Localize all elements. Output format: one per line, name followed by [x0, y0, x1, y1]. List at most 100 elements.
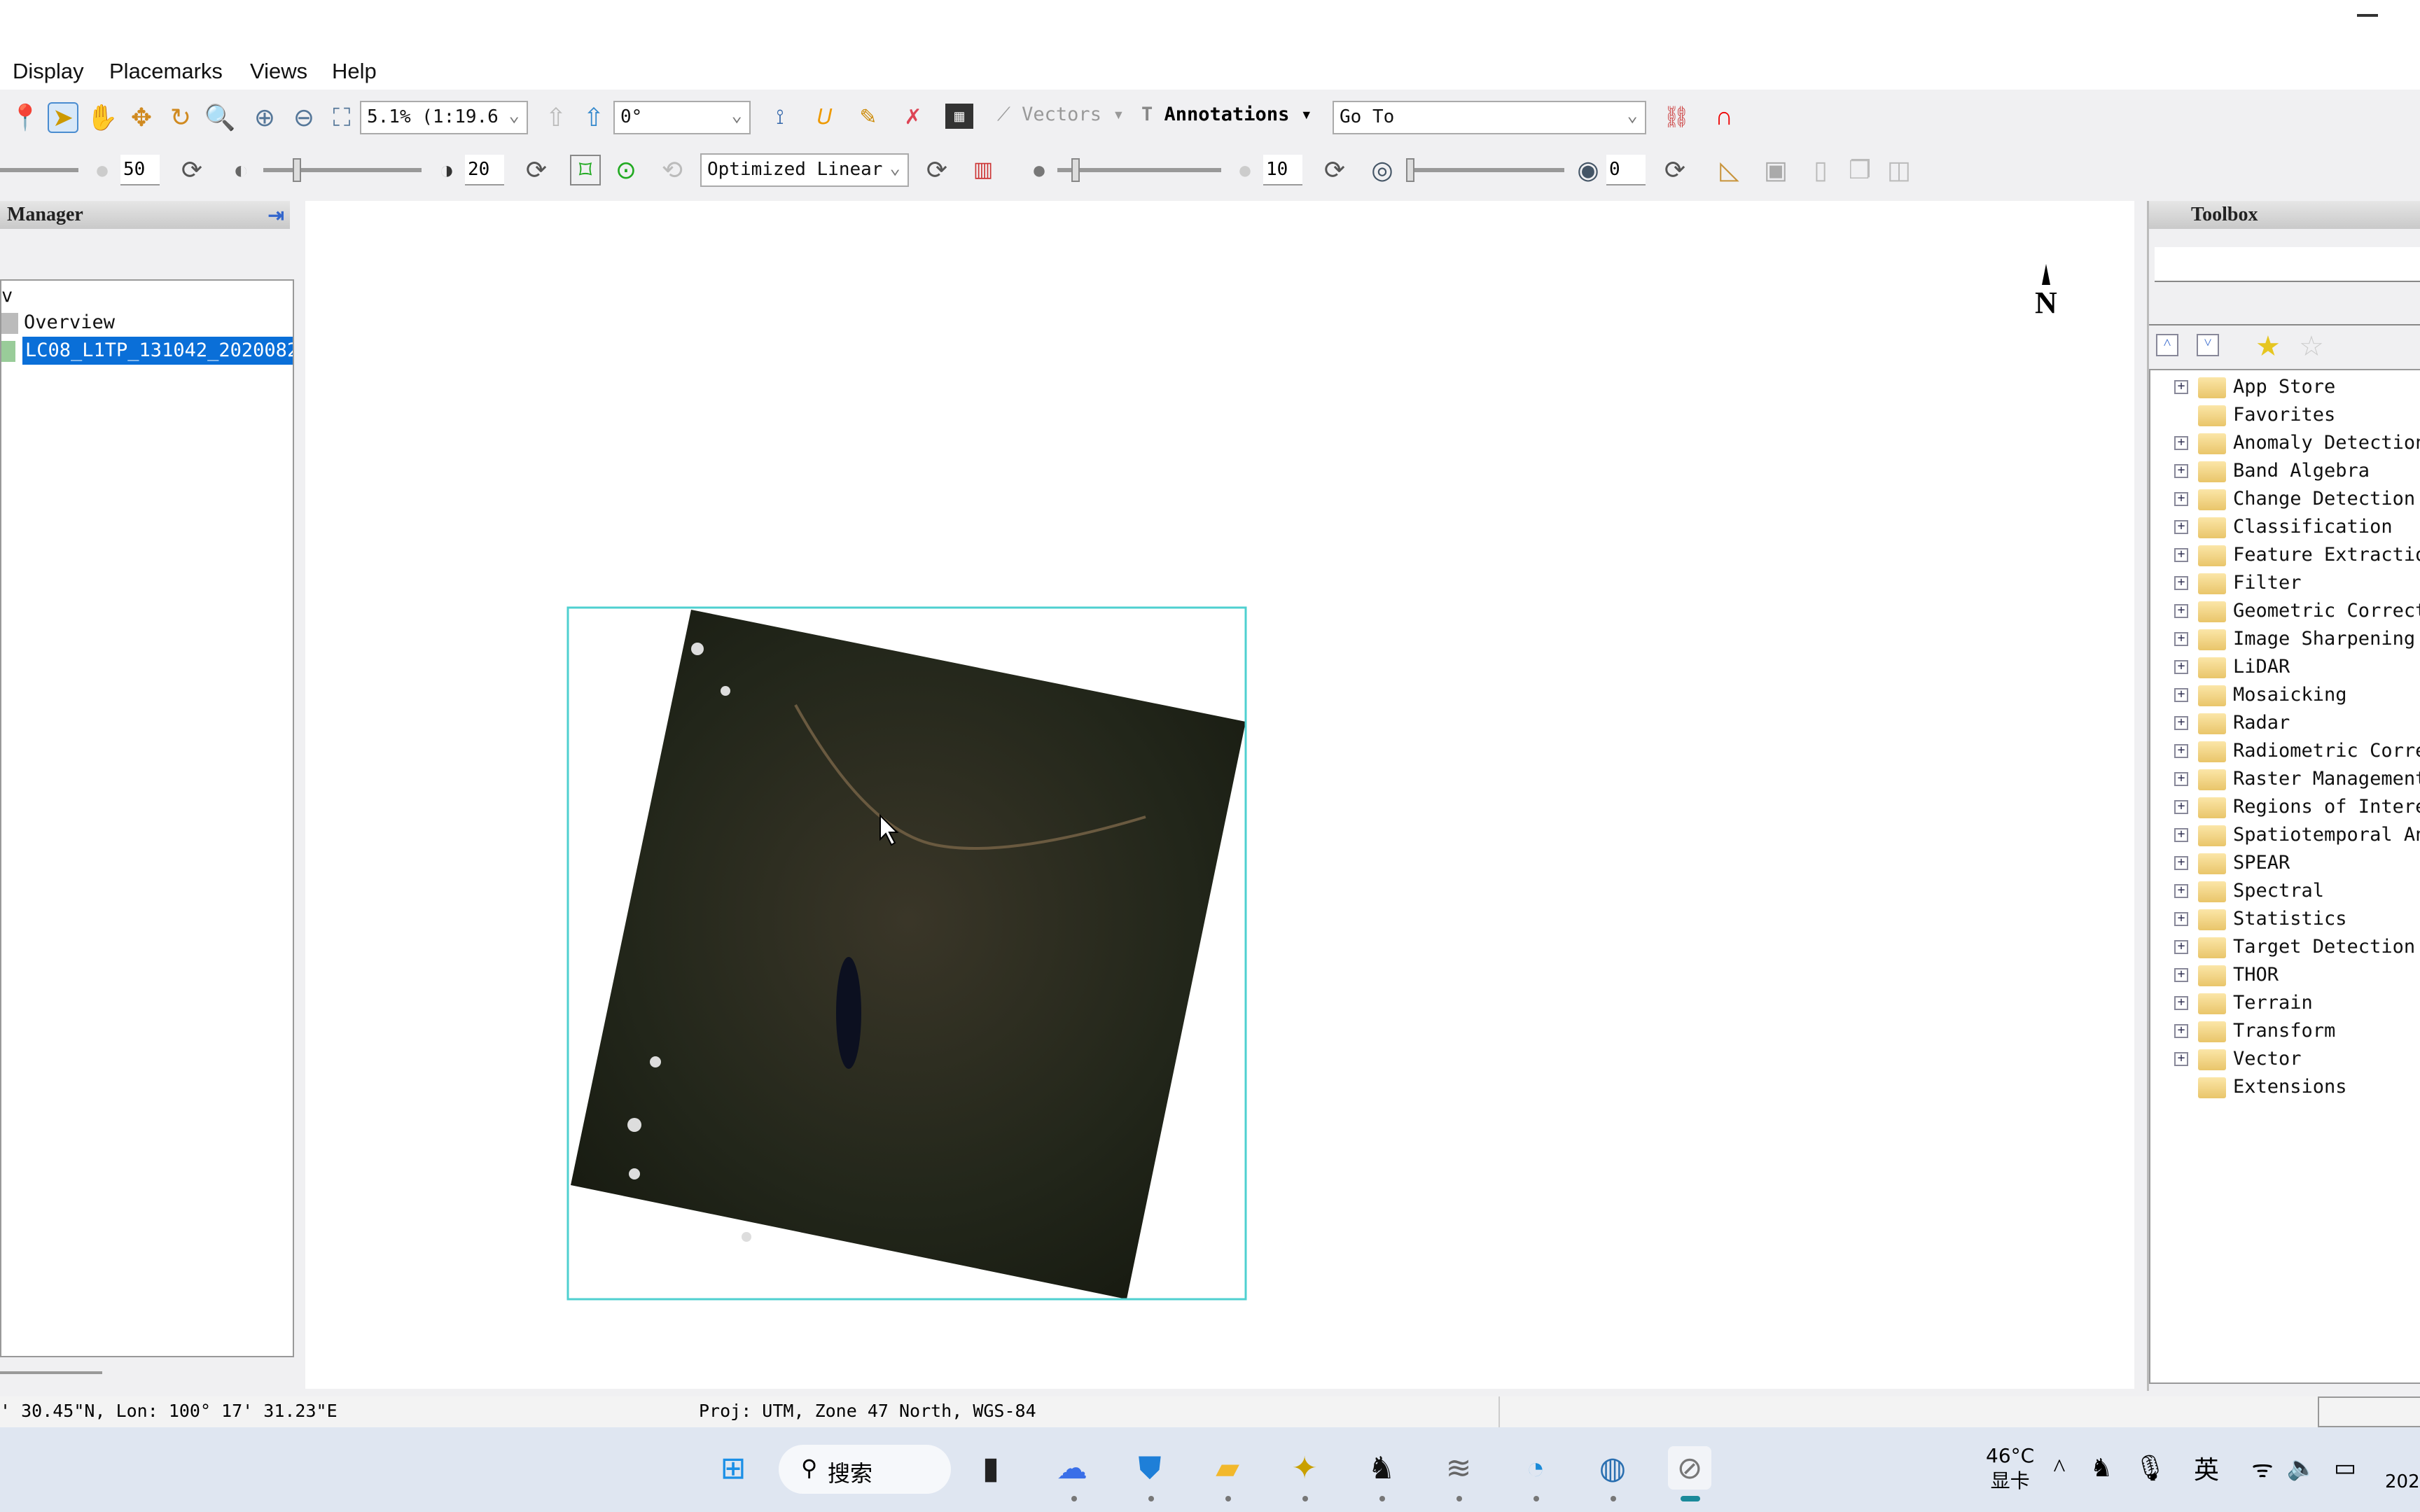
toolbox-item[interactable]: + LiDAR: [2150, 653, 2420, 681]
toolbox-item[interactable]: Favorites: [2150, 401, 2420, 429]
toolbox-item[interactable]: + Raster Management: [2150, 765, 2420, 793]
show-hidden-icons-chevron-icon[interactable]: ^: [2038, 1446, 2081, 1490]
expand-plus-icon[interactable]: +: [2174, 492, 2188, 506]
horizontal-scrollbar[interactable]: [0, 1371, 102, 1374]
expand-plus-icon[interactable]: +: [2174, 772, 2188, 786]
rotate-icon[interactable]: ↻: [165, 102, 196, 133]
tree-item-overview[interactable]: Overview: [24, 309, 115, 337]
rotate-north-icon[interactable]: ⇧: [541, 102, 571, 133]
task-view-icon[interactable]: ▮: [969, 1446, 1013, 1490]
stretch-full-icon[interactable]: ⊙: [611, 155, 641, 186]
expand-plus-icon[interactable]: +: [2174, 576, 2188, 590]
chevron-down-icon[interactable]: ⌄: [889, 158, 900, 178]
fixed-zoom-icon[interactable]: 🔍: [204, 102, 236, 133]
measure-icon[interactable]: ✎: [853, 102, 884, 133]
expand-plus-icon[interactable]: +: [2174, 520, 2188, 534]
expand-plus-icon[interactable]: +: [2174, 800, 2188, 814]
stretch-type-combo[interactable]: Optimized Linear ⌄: [700, 153, 909, 187]
layout-1-icon[interactable]: ▯: [1805, 155, 1836, 186]
toolbox-item[interactable]: + Feature Extraction: [2150, 541, 2420, 569]
tree-item-raster-layer[interactable]: LC08_L1TP_131042_20200827_: [22, 337, 293, 365]
collapse-up-icon[interactable]: ˄: [2156, 334, 2178, 356]
expand-plus-icon[interactable]: +: [2174, 828, 2188, 842]
remove-favorite-star-icon[interactable]: ☆: [2299, 330, 2324, 363]
cursor-value-icon[interactable]: 𝑈: [809, 102, 840, 133]
envi-app-icon[interactable]: ⊘: [1668, 1446, 1711, 1490]
fly-icon[interactable]: ✥: [126, 102, 157, 133]
expand-plus-icon[interactable]: +: [2174, 884, 2188, 898]
link-views-icon[interactable]: ⛓: [1661, 102, 1692, 133]
rotate-to-icon[interactable]: ⇧: [578, 102, 609, 133]
toolbox-item[interactable]: + Spatiotemporal Analysis: [2150, 821, 2420, 849]
transparency-slider-thumb[interactable]: [1406, 158, 1414, 182]
qq-penguin-icon[interactable]: ♞: [1360, 1446, 1403, 1490]
reset-sharpen-icon[interactable]: ⟳: [1319, 155, 1350, 186]
chevron-down-icon[interactable]: ⌄: [731, 105, 742, 126]
clock[interactable]: 202: [2385, 1471, 2420, 1492]
tree-root[interactable]: v: [1, 282, 13, 310]
toolbox-item[interactable]: + Anomaly Detection: [2150, 429, 2420, 457]
toolbox-item[interactable]: + Statistics: [2150, 905, 2420, 933]
weather-widget[interactable]: 46°C 显卡: [1986, 1443, 2034, 1494]
toolbox-item[interactable]: + Change Detection: [2150, 485, 2420, 513]
add-favorite-star-icon[interactable]: ★: [2255, 330, 2281, 363]
expand-plus-icon[interactable]: +: [2174, 436, 2188, 450]
zoom-in-icon[interactable]: ⊕: [249, 102, 280, 133]
crosshair-icon[interactable]: ⟟: [765, 102, 795, 133]
expand-down-icon[interactable]: ˅: [2197, 334, 2219, 356]
toolbox-item[interactable]: + Target Detection: [2150, 933, 2420, 961]
toolbox-search-input[interactable]: [2155, 247, 2420, 282]
minimize-button[interactable]: [2357, 14, 2378, 17]
toolbox-item[interactable]: + Transform: [2150, 1017, 2420, 1045]
expand-plus-icon[interactable]: +: [2174, 744, 2188, 758]
pin-icon[interactable]: ⇥: [268, 204, 284, 227]
transparency-value[interactable]: 0: [1606, 155, 1646, 186]
edge-browser-icon[interactable]: ◔: [1514, 1446, 1557, 1490]
ime-indicator[interactable]: 英: [2185, 1446, 2228, 1490]
globe-search-icon[interactable]: ◍: [1591, 1446, 1634, 1490]
sharpen-slider-thumb[interactable]: [1071, 158, 1080, 182]
annotations-menu[interactable]: T Annotations ▾: [1141, 104, 1312, 125]
wifi-icon[interactable]: ᯤ: [2241, 1446, 2284, 1490]
transparency-slider[interactable]: [1406, 168, 1564, 172]
sharpen-value[interactable]: 10: [1263, 155, 1302, 186]
toolbox-item[interactable]: + Classification: [2150, 513, 2420, 541]
expand-plus-icon[interactable]: +: [2174, 996, 2188, 1010]
toolbox-item[interactable]: + Filter: [2150, 569, 2420, 597]
goto-combo[interactable]: Go To ⌄: [1333, 101, 1646, 134]
toolbox-item[interactable]: + SPEAR: [2150, 849, 2420, 877]
microphone-icon[interactable]: 🎙: [2129, 1446, 2172, 1490]
toolbox-item[interactable]: Extensions: [2150, 1073, 2420, 1101]
toolbox-item[interactable]: + Spectral: [2150, 877, 2420, 905]
expand-plus-icon[interactable]: +: [2174, 912, 2188, 926]
reset-contrast-icon[interactable]: ⟳: [521, 155, 552, 186]
expand-plus-icon[interactable]: +: [2174, 604, 2188, 618]
qq-tray-icon[interactable]: ♞: [2080, 1446, 2123, 1490]
expand-plus-icon[interactable]: +: [2174, 856, 2188, 870]
portal-icon[interactable]: ∩: [1709, 101, 1739, 132]
toolbox-item[interactable]: + Terrain: [2150, 989, 2420, 1017]
select-cursor-icon[interactable]: ➤: [48, 102, 78, 133]
ruler-icon[interactable]: ◺: [1714, 155, 1745, 186]
rotation-combo[interactable]: 0° ⌄: [613, 101, 751, 134]
brightness-slider[interactable]: [0, 168, 78, 172]
taskbar-search[interactable]: ⚲ 搜索: [779, 1445, 951, 1494]
expand-plus-icon[interactable]: +: [2174, 1024, 2188, 1038]
security-shield-icon[interactable]: ⛊: [1128, 1446, 1171, 1490]
app-icon[interactable]: ✦: [1283, 1446, 1326, 1490]
zoom-out-icon[interactable]: ⊖: [288, 102, 319, 133]
envi-classic-icon[interactable]: ≋: [1437, 1446, 1480, 1490]
expand-plus-icon[interactable]: +: [2174, 1052, 2188, 1066]
toolbox-item[interactable]: + Regions of Interest: [2150, 793, 2420, 821]
sharpen-slider[interactable]: [1057, 168, 1221, 172]
zoom-full-icon[interactable]: ⛶: [326, 102, 357, 133]
contrast-slider-thumb[interactable]: [293, 158, 301, 182]
histogram-icon[interactable]: ▥: [968, 155, 999, 186]
menu-help[interactable]: Help: [332, 59, 377, 84]
contrast-value[interactable]: 20: [465, 155, 504, 186]
expand-plus-icon[interactable]: +: [2174, 632, 2188, 646]
windows-start-icon[interactable]: ⊞: [711, 1446, 755, 1490]
toolbox-item[interactable]: + Radar: [2150, 709, 2420, 737]
expand-plus-icon[interactable]: +: [2174, 380, 2188, 394]
placemark-icon[interactable]: 📍: [10, 102, 41, 133]
